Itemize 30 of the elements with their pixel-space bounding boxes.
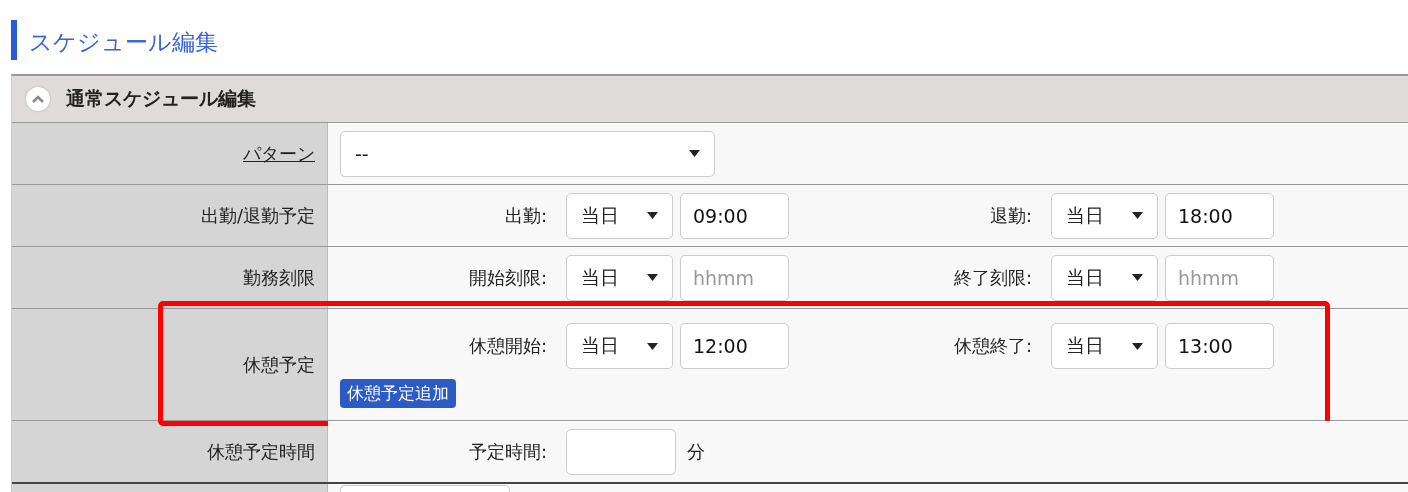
field-label: 出勤: — [503, 203, 548, 228]
field-label: 終了刻限: — [952, 265, 1033, 290]
row-label: 休憩予定時間 — [207, 439, 315, 464]
day-select[interactable]: 当日 — [1051, 323, 1158, 369]
time-input[interactable]: 13:00 — [1165, 323, 1274, 369]
field-label: 休憩終了: — [952, 334, 1033, 358]
field-label: 退勤: — [988, 203, 1033, 228]
time-input[interactable]: 12:00 — [680, 323, 789, 369]
day-select[interactable]: 当日 — [566, 254, 673, 301]
section-title: 通常スケジュール編集 — [66, 86, 256, 111]
field-label: 予定時間: — [467, 439, 548, 464]
row-label: 休憩予定 — [243, 352, 315, 377]
day-select[interactable]: 当日 — [1051, 254, 1158, 301]
day-select[interactable]: 当日 — [566, 323, 673, 369]
field-label: 開始刻限: — [467, 265, 548, 290]
time-input[interactable]: 09:00 — [680, 192, 789, 239]
time-input[interactable]: hhmm — [680, 254, 789, 301]
time-input[interactable]: hhmm — [1165, 254, 1274, 301]
time-input[interactable]: 18:00 — [1165, 192, 1274, 239]
row-label: 勤務刻限 — [243, 265, 315, 290]
row-label-link[interactable]: パターン — [243, 141, 315, 166]
row-label: 出勤/退勤予定 — [200, 203, 315, 228]
page-title: スケジュール編集 — [11, 20, 218, 60]
add-break-button[interactable]: 休憩予定追加 — [340, 379, 456, 408]
select-field[interactable]: -- — [340, 130, 715, 177]
day-select[interactable]: 当日 — [1051, 192, 1158, 239]
day-select[interactable]: 当日 — [566, 192, 673, 239]
field-label: 休憩開始: — [467, 334, 548, 358]
section-header[interactable]: 通常スケジュール編集 — [12, 76, 1408, 123]
unit-label: 分 — [687, 439, 705, 464]
